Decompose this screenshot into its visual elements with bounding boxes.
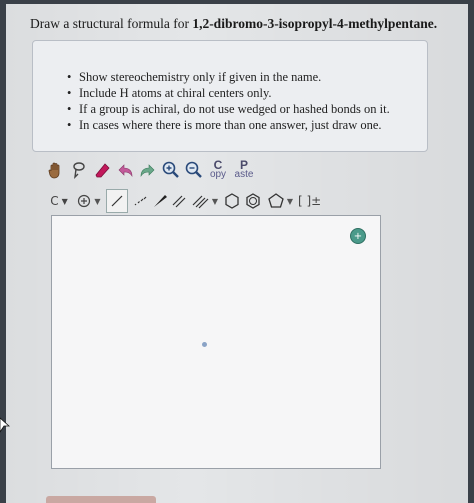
- redo-button[interactable]: [138, 159, 158, 181]
- bracket-label: [ ]±: [298, 194, 322, 208]
- charge-button[interactable]: ▼: [75, 190, 103, 212]
- paste-button[interactable]: P aste: [232, 159, 256, 181]
- question-prefix: Draw a structural formula for: [30, 16, 189, 31]
- chevron-down-icon: ▼: [94, 196, 101, 206]
- question-page: Draw a structural formula for 1,2-dibrom…: [6, 4, 468, 503]
- wedge-bond-button[interactable]: [152, 190, 168, 212]
- triple-bond-button[interactable]: ▼: [190, 190, 220, 212]
- zoom-out-icon: [185, 161, 202, 178]
- benzene-icon: [246, 193, 260, 209]
- atom-select-button[interactable]: C ▼: [46, 190, 72, 212]
- undo-icon: [118, 164, 133, 177]
- compound-name: 1,2-dibromo-3-isopropyl-4-methylpentane.: [192, 16, 438, 31]
- chevron-down-icon: ▼: [61, 196, 68, 206]
- canvas-zoom-button[interactable]: +: [350, 228, 366, 244]
- submit-button-edge[interactable]: [46, 496, 156, 503]
- instructions-box: Show stereochemistry only if given in th…: [32, 40, 428, 152]
- hexagon-icon: [225, 193, 239, 209]
- benzene-button[interactable]: [244, 190, 262, 212]
- mouse-cursor-icon: [0, 417, 10, 433]
- chevron-down-icon: ▼: [286, 196, 294, 206]
- lasso-icon: [73, 162, 85, 179]
- zoom-plus-icon: +: [353, 230, 363, 242]
- wedge-bond-icon: [154, 195, 167, 207]
- cyclopentane-button[interactable]: ▼: [265, 190, 295, 212]
- instructions-list: Show stereochemistry only if given in th…: [67, 69, 390, 133]
- instruction-item: In cases where there is more than one an…: [67, 117, 390, 133]
- bracket-button[interactable]: [ ]±: [298, 190, 321, 212]
- instruction-item: Include H atoms at chiral centers only.: [67, 85, 390, 101]
- zoom-in-button[interactable]: [161, 159, 181, 181]
- toolbar-row-1: C opy P aste: [46, 158, 259, 182]
- zoom-out-button[interactable]: [184, 159, 204, 181]
- hand-icon: [48, 162, 60, 179]
- redo-icon: [140, 164, 155, 177]
- paste-label-small: aste: [234, 169, 254, 180]
- drawing-canvas[interactable]: +: [51, 215, 381, 469]
- atom-label: C: [50, 194, 59, 208]
- toolbar-row-2: C ▼ ▼ ▼ ▼ []±: [46, 189, 324, 213]
- pentagon-icon: [268, 193, 284, 208]
- copy-button[interactable]: C opy: [207, 159, 229, 181]
- canvas-center-dot: [202, 342, 207, 347]
- zoom-in-icon: [162, 161, 179, 178]
- cyclohexane-button[interactable]: [223, 190, 241, 212]
- triple-bond-icon: [192, 195, 209, 209]
- lasso-tool-button[interactable]: [69, 159, 89, 181]
- chevron-down-icon: ▼: [211, 196, 219, 206]
- single-bond-icon: [111, 195, 123, 207]
- copy-label-small: opy: [209, 169, 227, 180]
- instruction-item: If a group is achiral, do not use wedged…: [67, 101, 390, 117]
- undo-button[interactable]: [115, 159, 135, 181]
- double-bond-button[interactable]: [171, 190, 187, 212]
- eraser-icon: [95, 163, 110, 178]
- charge-plus-icon: [78, 194, 91, 208]
- eraser-tool-button[interactable]: [92, 159, 112, 181]
- hashed-bond-button[interactable]: [131, 190, 149, 212]
- instruction-item: Show stereochemistry only if given in th…: [67, 69, 390, 85]
- double-bond-icon: [172, 195, 186, 208]
- hand-tool-button[interactable]: [46, 159, 66, 181]
- question-text: Draw a structural formula for 1,2-dibrom…: [30, 16, 437, 32]
- hashed-bond-icon: [134, 196, 147, 206]
- single-bond-button[interactable]: [106, 189, 128, 213]
